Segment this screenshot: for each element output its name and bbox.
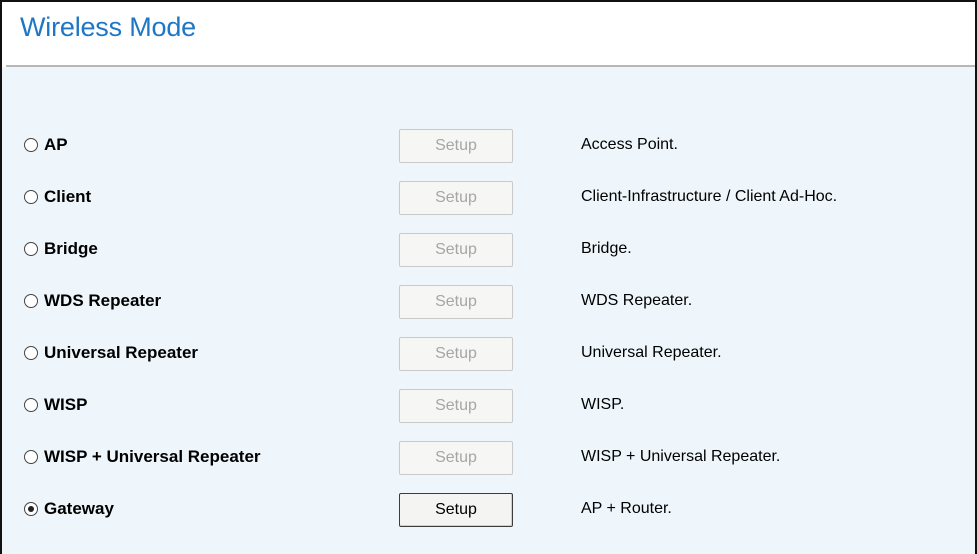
- mode-description-wisp-universal-repeater: WISP + Universal Repeater.: [581, 448, 781, 465]
- radio-bridge[interactable]: [24, 242, 38, 256]
- title-bar: Wireless Mode: [2, 2, 975, 67]
- mode-label-client: Client: [44, 187, 92, 206]
- mode-label-universal-repeater: Universal Repeater: [44, 343, 199, 362]
- mode-row-bridge: Bridge Setup Bridge.: [2, 230, 975, 270]
- mode-description-wds-repeater: WDS Repeater.: [581, 292, 693, 309]
- mode-label-ap: AP: [44, 135, 68, 154]
- wireless-mode-panel: Wireless Mode AP Setup Access Point. Cli…: [0, 0, 977, 554]
- mode-label-gateway: Gateway: [44, 499, 114, 518]
- page-title: Wireless Mode: [20, 12, 196, 42]
- mode-description-gateway: AP + Router.: [581, 500, 672, 517]
- mode-description-ap: Access Point.: [581, 136, 678, 153]
- mode-row-wds-repeater: WDS Repeater Setup WDS Repeater.: [2, 282, 975, 322]
- mode-description-universal-repeater: Universal Repeater.: [581, 344, 722, 361]
- mode-row-wisp: WISP Setup WISP.: [2, 386, 975, 426]
- setup-button-bridge[interactable]: Setup: [399, 233, 513, 267]
- radio-universal-repeater[interactable]: [24, 346, 38, 360]
- setup-button-ap[interactable]: Setup: [399, 129, 513, 163]
- radio-gateway[interactable]: [24, 502, 38, 516]
- mode-row-gateway: Gateway Setup AP + Router.: [2, 490, 975, 530]
- mode-label-wds-repeater: WDS Repeater: [44, 291, 162, 310]
- setup-button-universal-repeater[interactable]: Setup: [399, 337, 513, 371]
- mode-row-universal-repeater: Universal Repeater Setup Universal Repea…: [2, 334, 975, 374]
- setup-button-wisp[interactable]: Setup: [399, 389, 513, 423]
- mode-row-ap: AP Setup Access Point.: [2, 126, 975, 166]
- mode-list: AP Setup Access Point. Client Setup Clie…: [2, 67, 975, 554]
- mode-description-bridge: Bridge.: [581, 240, 632, 257]
- radio-client[interactable]: [24, 190, 38, 204]
- mode-label-bridge: Bridge: [44, 239, 98, 258]
- mode-description-client: Client-Infrastructure / Client Ad-Hoc.: [581, 188, 838, 205]
- radio-wds-repeater[interactable]: [24, 294, 38, 308]
- setup-button-gateway[interactable]: Setup: [399, 493, 513, 527]
- radio-ap[interactable]: [24, 138, 38, 152]
- radio-wisp[interactable]: [24, 398, 38, 412]
- setup-button-client[interactable]: Setup: [399, 181, 513, 215]
- setup-button-wisp-universal-repeater[interactable]: Setup: [399, 441, 513, 475]
- radio-wisp-universal-repeater[interactable]: [24, 450, 38, 464]
- setup-button-wds-repeater[interactable]: Setup: [399, 285, 513, 319]
- mode-row-client: Client Setup Client-Infrastructure / Cli…: [2, 178, 975, 218]
- mode-label-wisp-universal-repeater: WISP + Universal Repeater: [44, 447, 261, 466]
- mode-description-wisp: WISP.: [581, 396, 625, 413]
- mode-label-wisp: WISP: [44, 395, 88, 414]
- mode-row-wisp-universal-repeater: WISP + Universal Repeater Setup WISP + U…: [2, 438, 975, 478]
